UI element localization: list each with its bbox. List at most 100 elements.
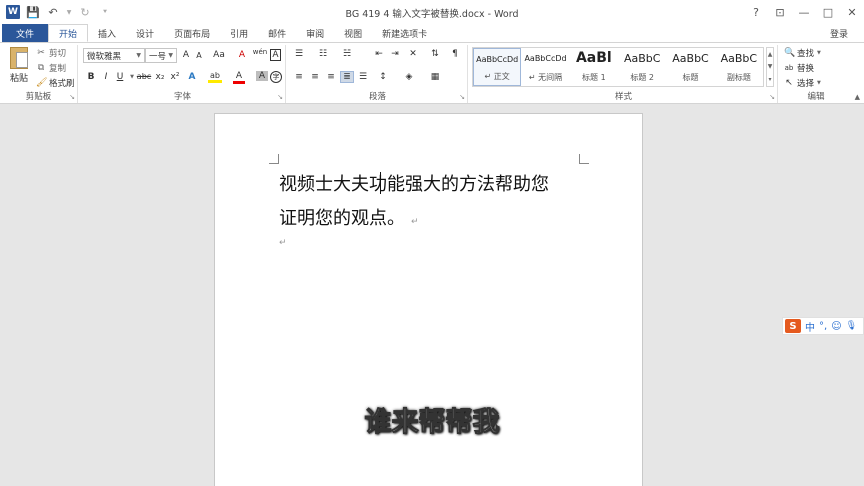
increase-indent-icon[interactable]: ⇥ bbox=[388, 49, 402, 59]
maximize-button[interactable]: □ bbox=[816, 6, 840, 19]
clipboard-group-label: 剪贴板 bbox=[25, 92, 52, 102]
sign-in-link[interactable]: 登录 bbox=[830, 27, 848, 40]
format-painter-label: 格式刷 bbox=[49, 79, 75, 89]
numbering-icon[interactable]: ☷ bbox=[316, 49, 330, 59]
underline-button[interactable]: U bbox=[114, 72, 126, 82]
style-normal[interactable]: AaBbCcDd ↵ 正文 bbox=[473, 48, 522, 86]
show-formatting-marks-icon[interactable]: ¶ bbox=[448, 49, 462, 59]
styles-gallery-scroll[interactable]: ▲ ▼ ▾ bbox=[766, 47, 774, 87]
collapse-ribbon-icon[interactable]: ▲ bbox=[855, 93, 860, 101]
bullets-icon[interactable]: ☰ bbox=[292, 49, 306, 59]
decrease-indent-icon[interactable]: ⇤ bbox=[372, 49, 386, 59]
clipboard-launcher-icon[interactable]: ↘ bbox=[69, 93, 75, 101]
clear-formatting-button[interactable]: A bbox=[236, 50, 248, 60]
copy-button[interactable]: ⧉ 复制 bbox=[36, 62, 66, 74]
subscript-button[interactable]: x₂ bbox=[153, 72, 167, 82]
font-launcher-icon[interactable]: ↘ bbox=[277, 93, 283, 101]
justify-icon[interactable]: ≣ bbox=[340, 71, 354, 83]
tab-file[interactable]: 文件 bbox=[2, 24, 49, 42]
style-heading-2[interactable]: AaBbC 标题 2 bbox=[618, 48, 666, 86]
style-heading-1[interactable]: AaBl 标题 1 bbox=[570, 48, 618, 86]
distributed-icon[interactable]: ☰ bbox=[356, 72, 370, 82]
editing-group-label: 编辑 bbox=[807, 92, 825, 102]
superscript-button[interactable]: x² bbox=[168, 72, 182, 82]
document-line-1[interactable]: 视频士大夫功能强大的方法帮助您 bbox=[279, 170, 549, 196]
italic-button[interactable]: I bbox=[100, 72, 112, 82]
replace-icon: ab bbox=[784, 64, 794, 72]
tab-new-tab[interactable]: 新建选项卡 bbox=[372, 24, 437, 42]
window-controls: ? ⊡ — □ ✕ bbox=[744, 0, 864, 24]
text-effects-button[interactable]: A bbox=[186, 72, 198, 82]
tab-insert[interactable]: 插入 bbox=[88, 24, 126, 42]
help-button[interactable]: ? bbox=[744, 6, 768, 19]
sogou-logo-icon[interactable]: S bbox=[785, 319, 801, 333]
phonetic-guide-button[interactable]: wén bbox=[252, 48, 268, 56]
ime-emoji-icon[interactable]: ☺ bbox=[831, 321, 841, 332]
ribbon-display-options-button[interactable]: ⊡ bbox=[768, 6, 792, 19]
tab-design[interactable]: 设计 bbox=[126, 24, 164, 42]
more-styles-icon[interactable]: ▾ bbox=[768, 76, 771, 83]
chevron-up-icon[interactable]: ▲ bbox=[768, 51, 773, 58]
character-border-button[interactable]: A bbox=[270, 49, 281, 61]
chevron-down-icon[interactable]: ▼ bbox=[768, 63, 773, 70]
style-subtitle[interactable]: AaBbC 副标题 bbox=[715, 48, 763, 86]
ime-punctuation-button[interactable]: °, bbox=[819, 321, 827, 332]
tab-page-layout[interactable]: 页面布局 bbox=[164, 24, 220, 42]
change-case-button[interactable]: Aa bbox=[210, 50, 228, 60]
style-title[interactable]: AaBbC 标题 bbox=[666, 48, 714, 86]
tab-home[interactable]: 开始 bbox=[48, 24, 89, 42]
sort-icon[interactable]: ⇅ bbox=[428, 49, 442, 59]
paragraph-launcher-icon[interactable]: ↘ bbox=[459, 93, 465, 101]
document-text: 证明您的观点。 bbox=[279, 208, 405, 229]
cut-button[interactable]: ✂ 剪切 bbox=[36, 47, 66, 59]
replace-button[interactable]: ab 替换 bbox=[784, 62, 814, 74]
multilevel-list-icon[interactable]: ☵ bbox=[340, 49, 354, 59]
grow-font-button[interactable]: A bbox=[180, 50, 192, 60]
quick-access-toolbar: W 💾 ↶ ▼ ↻ ⯆ bbox=[0, 0, 112, 24]
style-no-spacing[interactable]: AaBbCcDd ↵ 无间隔 bbox=[521, 48, 569, 86]
font-color-button[interactable]: A bbox=[233, 71, 245, 84]
ime-mic-icon[interactable]: 🎙 bbox=[846, 321, 857, 331]
bold-button[interactable]: B bbox=[85, 72, 97, 82]
enclose-characters-button[interactable]: 字 bbox=[270, 71, 282, 83]
redo-icon[interactable]: ↻ bbox=[78, 6, 92, 19]
minimize-button[interactable]: — bbox=[792, 6, 816, 19]
styles-launcher-icon[interactable]: ↘ bbox=[769, 93, 775, 101]
shading-icon[interactable]: ◈ bbox=[402, 72, 416, 82]
find-label: 查找 bbox=[797, 49, 815, 59]
paste-button[interactable]: 粘贴 bbox=[6, 47, 32, 84]
tab-mailings[interactable]: 邮件 bbox=[258, 24, 296, 42]
chinese-layout-icon[interactable]: ✕ bbox=[406, 49, 420, 59]
align-left-icon[interactable]: ≡ bbox=[292, 72, 306, 82]
document-line-2[interactable]: 证明您的观点。 ↵ bbox=[279, 204, 419, 230]
style-sample: AaBbCcDd bbox=[524, 54, 567, 63]
font-group-label: 字体 bbox=[173, 92, 191, 102]
line-spacing-icon[interactable]: ↕ bbox=[376, 72, 390, 82]
highlight-button[interactable]: ab bbox=[208, 71, 222, 83]
copy-label: 复制 bbox=[49, 64, 67, 74]
align-center-icon[interactable]: ≡ bbox=[308, 72, 322, 82]
ime-mode-button[interactable]: 中 bbox=[805, 319, 815, 334]
undo-icon[interactable]: ↶ bbox=[46, 6, 60, 19]
font-size-combo[interactable]: 一号 ▼ bbox=[145, 48, 177, 63]
borders-icon[interactable]: ▦ bbox=[428, 72, 442, 82]
document-area: 视频士大夫功能强大的方法帮助您 证明您的观点。 ↵ ↵ 谁来帮帮我 bbox=[0, 104, 864, 486]
shrink-font-button[interactable]: A bbox=[193, 51, 205, 60]
format-painter-button[interactable]: 🖌 格式刷 bbox=[36, 77, 75, 89]
save-icon[interactable]: 💾 bbox=[26, 6, 40, 19]
tab-view[interactable]: 视图 bbox=[334, 24, 372, 42]
font-name-combo[interactable]: 微软雅黑 ▼ bbox=[83, 48, 145, 63]
tab-review[interactable]: 审阅 bbox=[296, 24, 334, 42]
style-sample: AaBbC bbox=[672, 52, 709, 65]
tab-references[interactable]: 引用 bbox=[220, 24, 258, 42]
empty-paragraph[interactable]: ↵ bbox=[279, 238, 287, 248]
undo-dropdown-icon[interactable]: ▼ bbox=[66, 9, 72, 16]
character-shading-button[interactable]: A bbox=[256, 71, 268, 81]
close-button[interactable]: ✕ bbox=[840, 6, 864, 19]
strikethrough-button[interactable]: abc bbox=[136, 72, 152, 81]
select-button[interactable]: ↖ 选择 ▼ bbox=[784, 77, 821, 89]
font-name-value: 微软雅黑 bbox=[87, 51, 122, 62]
find-button[interactable]: 🔍 查找 ▼ bbox=[784, 47, 821, 59]
customize-qat-icon[interactable]: ⯆ bbox=[98, 8, 112, 17]
align-right-icon[interactable]: ≡ bbox=[324, 72, 338, 82]
